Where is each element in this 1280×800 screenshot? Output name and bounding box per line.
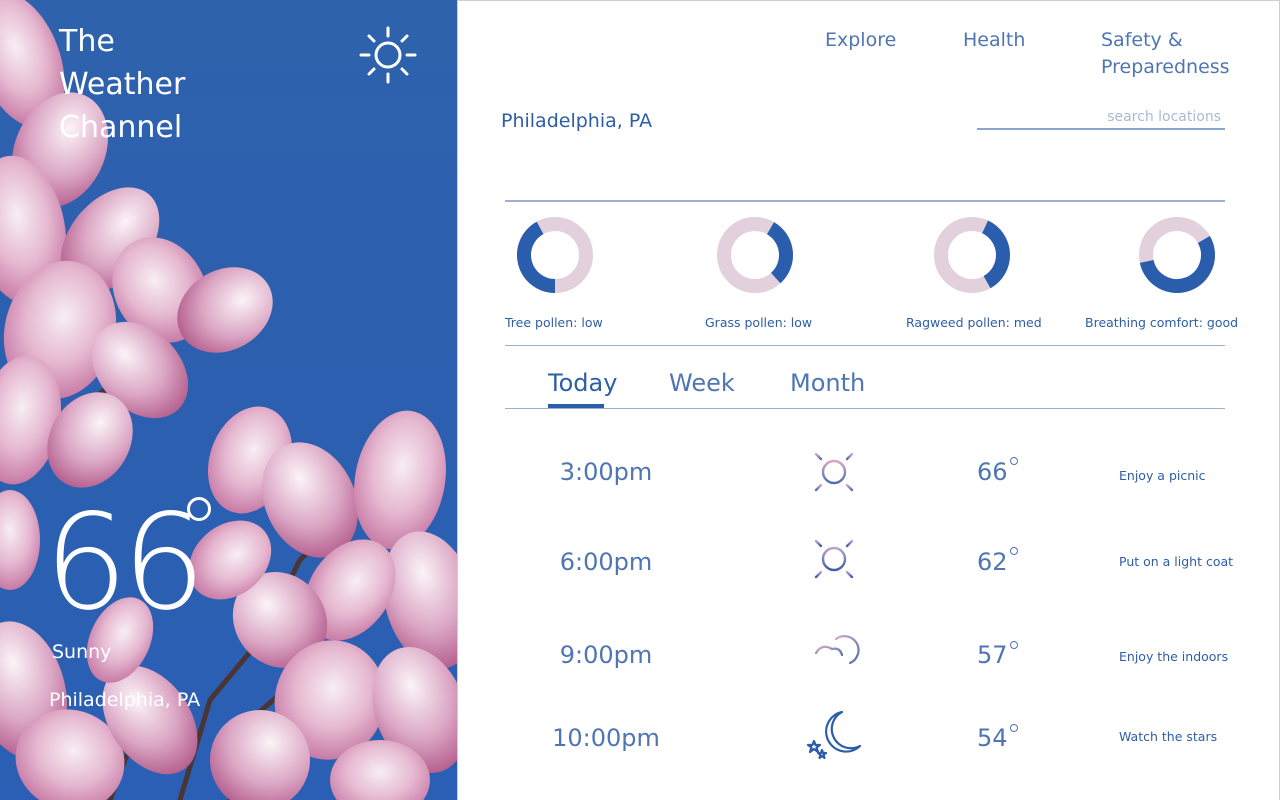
brand-line: The bbox=[59, 24, 115, 59]
degree-symbol bbox=[1010, 641, 1018, 649]
nav-safety-preparedness[interactable]: Safety & Preparedness bbox=[1101, 27, 1261, 81]
degree-symbol bbox=[187, 497, 211, 521]
gauge-level-arc bbox=[766, 222, 793, 284]
donut-gauge bbox=[717, 217, 793, 293]
current-condition: Sunny bbox=[52, 641, 112, 663]
brand-logo-text: The Weather Channel bbox=[59, 20, 289, 149]
main-panel: Explore Health Safety & Preparedness Phi… bbox=[457, 0, 1280, 800]
sun-icon bbox=[807, 532, 861, 586]
forecast-time: 9:00pm bbox=[559, 641, 653, 669]
tab-month[interactable]: Month bbox=[790, 369, 865, 397]
brand-line: Channel bbox=[59, 110, 183, 145]
pollen-breathing: Breathing comfort: good bbox=[1085, 213, 1265, 333]
divider bbox=[505, 345, 1225, 346]
forecast-time: 3:00pm bbox=[559, 458, 653, 486]
pollen-label: Tree pollen: low bbox=[505, 315, 603, 330]
forecast-row: 6:00pm 62 Put on a light coat bbox=[458, 531, 1280, 611]
pollen-label: Ragweed pollen: med bbox=[906, 315, 1042, 330]
forecast-temp: 62 bbox=[977, 548, 1008, 576]
current-location: Philadelphia, PA bbox=[49, 689, 201, 711]
forecast-tip: Watch the stars bbox=[1119, 729, 1218, 744]
pollen-label: Breathing comfort: good bbox=[1085, 315, 1239, 330]
gauge-level-arc bbox=[517, 221, 556, 293]
current-temperature: 66 bbox=[44, 486, 206, 640]
brand-line: Weather bbox=[59, 67, 186, 102]
degree-symbol bbox=[1010, 547, 1018, 555]
location-title: Philadelphia, PA bbox=[501, 110, 653, 132]
divider bbox=[505, 408, 1225, 409]
gauge-level-arc bbox=[981, 220, 1010, 289]
windy-cloud-moon-icon bbox=[810, 635, 860, 671]
donut-gauge bbox=[934, 217, 1010, 293]
forecast-tip: Enjoy a picnic bbox=[1119, 468, 1206, 483]
divider bbox=[505, 200, 1225, 202]
pollen-tree: Tree pollen: low bbox=[505, 213, 685, 333]
forecast-tabs: Today Week Month bbox=[505, 363, 1225, 409]
sun-icon bbox=[807, 445, 861, 499]
pollen-ragweed: Ragweed pollen: med bbox=[906, 213, 1086, 333]
pollen-label: Grass pollen: low bbox=[705, 315, 813, 330]
nav-health[interactable]: Health bbox=[963, 27, 1025, 54]
nav-explore[interactable]: Explore bbox=[825, 27, 896, 54]
degree-symbol bbox=[1010, 457, 1018, 465]
moon-stars-icon bbox=[806, 710, 862, 760]
forecast-temp: 54 bbox=[977, 724, 1008, 752]
forecast-time: 10:00pm bbox=[552, 724, 660, 752]
sun-icon bbox=[359, 26, 417, 84]
forecast-temp: 66 bbox=[977, 458, 1008, 486]
forecast-tip: Put on a light coat bbox=[1119, 554, 1234, 569]
degree-symbol bbox=[1010, 724, 1018, 732]
forecast-row: 9:00pm 57 Enjoy the indoors bbox=[458, 621, 1280, 701]
forecast-tip: Enjoy the indoors bbox=[1119, 649, 1229, 664]
forecast-time: 6:00pm bbox=[559, 548, 653, 576]
search-input[interactable] bbox=[977, 105, 1225, 130]
donut-gauge bbox=[1139, 217, 1215, 293]
tab-today[interactable]: Today bbox=[548, 369, 617, 397]
donut-gauge bbox=[517, 217, 593, 293]
forecast-temp: 57 bbox=[977, 641, 1008, 669]
forecast-row: 10:00pm 54 Watch the stars bbox=[458, 706, 1280, 786]
forecast-row: 3:00pm 66 Enjoy a picnic bbox=[458, 441, 1280, 521]
tab-week[interactable]: Week bbox=[669, 369, 735, 397]
pollen-grass: Grass pollen: low bbox=[705, 213, 885, 333]
hero-panel: The Weather Channel 66 Sunny Philadelphi… bbox=[0, 0, 457, 800]
top-nav: Explore Health Safety & Preparedness bbox=[458, 1, 1280, 91]
